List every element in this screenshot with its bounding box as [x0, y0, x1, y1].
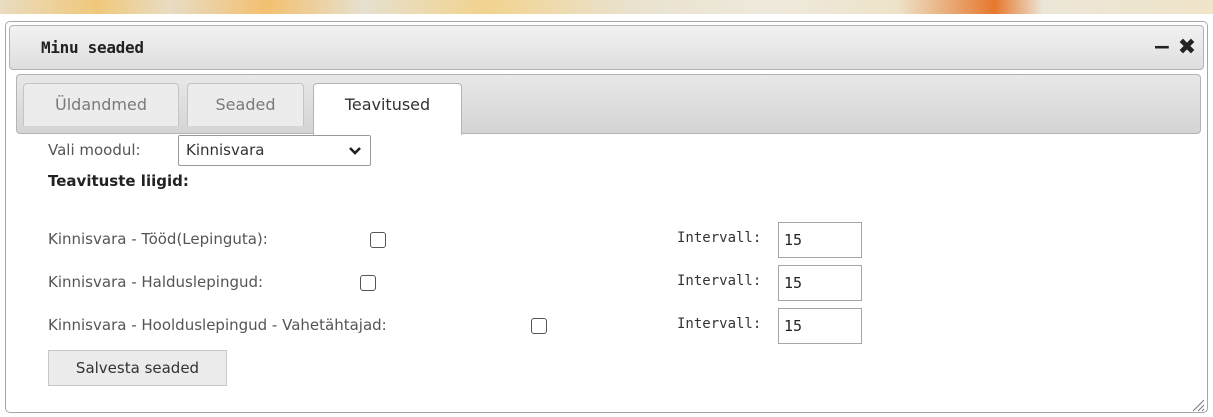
dialog-title: Minu seaded — [41, 38, 144, 57]
interval-input[interactable] — [778, 222, 862, 258]
chevron-down-icon — [348, 138, 362, 175]
close-icon[interactable]: ✖ — [1176, 34, 1198, 62]
module-label: Vali moodul: — [48, 141, 141, 159]
notification-checkbox[interactable] — [531, 318, 547, 334]
dialog-titlebar[interactable]: Minu seaded − ✖ — [9, 25, 1204, 70]
tab-bar: Üldandmed Seaded Teavitused — [16, 74, 1201, 135]
notification-checkbox[interactable] — [360, 275, 376, 291]
tab-uldandmed[interactable]: Üldandmed — [23, 83, 179, 126]
interval-input[interactable] — [778, 308, 862, 344]
notification-label: Kinnisvara - Tööd(Lepinguta): — [48, 230, 268, 248]
minimize-icon[interactable]: − — [1151, 34, 1173, 62]
notification-label: Kinnisvara - Halduslepingud: — [48, 273, 264, 291]
notification-checkbox[interactable] — [370, 232, 386, 248]
save-settings-button[interactable]: Salvesta seaded — [48, 350, 227, 386]
tab-seaded[interactable]: Seaded — [187, 83, 304, 126]
tab-teavitused[interactable]: Teavitused — [313, 83, 462, 135]
notification-label: Kinnisvara - Hoolduslepingud - Vahetähta… — [48, 316, 387, 334]
interval-label: Intervall: — [677, 316, 762, 332]
section-title: Teavituste liigid: — [48, 172, 189, 190]
resize-grip-icon[interactable] — [1189, 396, 1205, 412]
interval-label: Intervall: — [677, 230, 762, 246]
module-select-value: Kinnisvara — [186, 141, 265, 159]
interval-label: Intervall: — [677, 273, 762, 289]
map-background — [0, 0, 1213, 14]
module-select[interactable]: Kinnisvara — [178, 135, 371, 166]
interval-input[interactable] — [778, 265, 862, 301]
